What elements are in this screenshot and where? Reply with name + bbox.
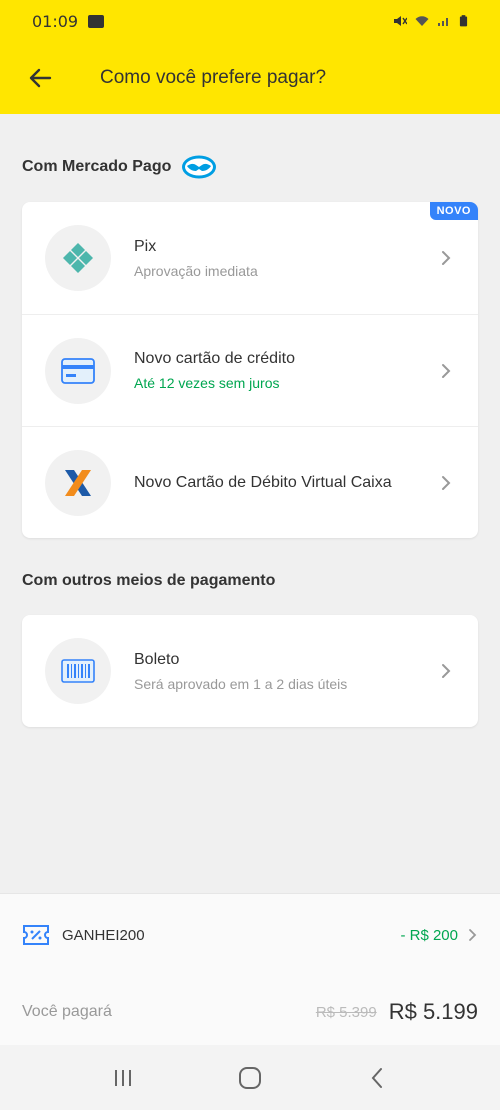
new-badge: NOVO	[429, 202, 478, 220]
home-icon	[238, 1066, 261, 1089]
chevron-right-icon	[469, 929, 477, 941]
signal-icon	[438, 18, 448, 26]
old-price: R$ 5.399	[315, 1003, 377, 1021]
recents-icon	[115, 1069, 132, 1086]
checkout-summary: GANHEI200 - R$ 200 Você pagará R$ 5.399 …	[0, 893, 500, 1045]
option-title: Boleto	[134, 650, 180, 668]
back-chevron-icon	[371, 1067, 382, 1088]
system-back-button[interactable]	[357, 1058, 397, 1098]
caixa-icon-wrap	[45, 449, 111, 516]
chevron-right-icon	[442, 251, 451, 265]
mercado-pago-methods-card: Pix Aprovação imediata NOVO Novo cartão …	[22, 202, 478, 538]
option-title: Novo Cartão de Débito Virtual Caixa	[134, 473, 392, 491]
battery-icon	[459, 15, 468, 27]
recents-button[interactable]	[103, 1058, 143, 1098]
option-subtitle: Será aprovado em 1 a 2 dias úteis	[134, 675, 348, 692]
app-bar: Como você prefere pagar?	[0, 42, 500, 114]
chevron-right-icon	[442, 475, 451, 490]
chevron-right-icon	[442, 664, 451, 678]
status-time: 01:09	[32, 11, 79, 31]
option-title: Pix	[134, 237, 157, 255]
caixa-logo-icon	[65, 469, 91, 496]
status-bar: 01:09	[0, 0, 500, 42]
mute-icon	[394, 16, 407, 26]
option-subtitle: Até 12 vezes sem juros	[134, 375, 280, 391]
coupon-code: GANHEI200	[62, 926, 145, 944]
option-subtitle: Aprovação imediata	[134, 262, 258, 279]
barcode-icon	[61, 659, 95, 683]
wifi-icon	[415, 16, 429, 26]
section-title-mercado-pago: Com Mercado Pago	[22, 154, 217, 180]
status-icons	[393, 14, 468, 28]
system-nav-bar	[0, 1045, 500, 1110]
coupon-icon	[23, 925, 49, 945]
pix-icon	[63, 243, 93, 273]
credit-card-icon	[61, 357, 95, 384]
mercado-pago-logo-icon	[182, 155, 217, 179]
total-row: Você pagará R$ 5.399 R$ 5.199	[22, 999, 478, 1025]
home-button[interactable]	[230, 1058, 270, 1098]
barcode-icon-wrap	[45, 638, 111, 704]
other-methods-card: Boleto Será aprovado em 1 a 2 dias úteis	[22, 615, 478, 727]
payment-option-pix[interactable]: Pix Aprovação imediata NOVO	[22, 202, 478, 314]
chevron-right-icon	[442, 363, 451, 378]
option-title: Novo cartão de crédito	[134, 350, 295, 367]
section-title-other-methods: Com outros meios de pagamento	[22, 572, 275, 590]
payment-option-boleto[interactable]: Boleto Será aprovado em 1 a 2 dias úteis	[22, 615, 478, 727]
page-title: Como você prefere pagar?	[100, 67, 327, 88]
coupon-row[interactable]: GANHEI200 - R$ 200	[22, 924, 478, 946]
total-label: Você pagará	[22, 1003, 112, 1020]
coupon-discount: - R$ 200	[400, 926, 458, 944]
arrow-left-icon	[29, 68, 52, 88]
section-title-text: Com Mercado Pago	[22, 158, 172, 175]
gallery-notification-icon	[88, 14, 105, 28]
payment-option-credit-card[interactable]: Novo cartão de crédito Até 12 vezes sem …	[22, 314, 478, 426]
pix-icon-wrap	[45, 225, 111, 291]
credit-card-icon-wrap	[45, 337, 111, 404]
total-price: R$ 5.199	[388, 999, 478, 1024]
back-button[interactable]	[26, 64, 54, 92]
section-title-text: Com outros meios de pagamento	[22, 572, 276, 589]
payment-option-caixa-debit[interactable]: Novo Cartão de Débito Virtual Caixa	[22, 426, 478, 538]
